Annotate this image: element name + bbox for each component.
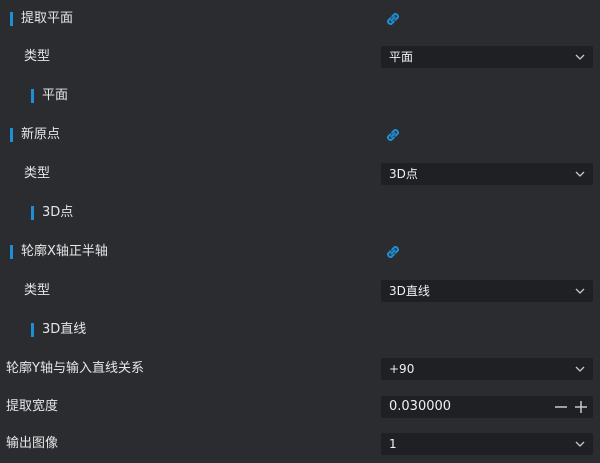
chevron-down-icon [575, 54, 585, 60]
section-title: 新原点 [21, 127, 61, 142]
section-header-contour-x-axis: 轮廓X轴正半轴 [0, 233, 600, 271]
section-header-extract-plane: 提取平面 [0, 0, 600, 38]
type-select[interactable]: 3D点 [381, 163, 593, 185]
chevron-down-icon [575, 171, 585, 177]
type-select-value: 3D点 [389, 167, 418, 181]
section-header-new-origin: 新原点 [0, 116, 600, 154]
section-marker [10, 245, 13, 259]
section-marker [10, 128, 13, 142]
type-row: 类型 平面 [0, 38, 600, 76]
sub-item-3d-point: 3D点 [0, 194, 600, 232]
link-icon[interactable] [383, 125, 403, 145]
width-row: 提取宽度 0.030000 [0, 388, 600, 426]
chevron-down-icon [575, 441, 585, 447]
sub-item-marker [31, 89, 34, 103]
chevron-down-icon [575, 366, 585, 372]
output-image-select[interactable]: 1 [381, 433, 593, 455]
minus-icon[interactable] [553, 399, 569, 415]
relation-select-value: +90 [389, 362, 415, 376]
relation-row: 轮廓Y轴与输入直线关系 +90 [0, 350, 600, 388]
relation-label: 轮廓Y轴与输入直线关系 [6, 361, 144, 376]
type-select[interactable]: 3D直线 [381, 280, 593, 302]
type-row: 类型 3D点 [0, 155, 600, 193]
type-label: 类型 [24, 166, 51, 181]
sub-item-3d-line: 3D直线 [0, 311, 600, 349]
type-select[interactable]: 平面 [381, 46, 593, 68]
sub-item-label: 3D直线 [42, 322, 87, 337]
sub-item-marker [31, 206, 34, 220]
output-image-select-value: 1 [389, 437, 397, 451]
link-icon[interactable] [383, 9, 403, 29]
chevron-down-icon [575, 288, 585, 294]
width-value[interactable]: 0.030000 [389, 396, 451, 418]
width-label: 提取宽度 [6, 399, 59, 414]
type-label: 类型 [24, 49, 51, 64]
type-row: 类型 3D直线 [0, 272, 600, 310]
link-icon[interactable] [383, 242, 403, 262]
sub-item-plane: 平面 [0, 77, 600, 115]
section-marker [10, 12, 13, 26]
output-image-label: 输出图像 [6, 436, 59, 451]
type-select-value: 平面 [389, 50, 414, 64]
output-image-row: 输出图像 1 [0, 425, 600, 463]
section-title: 轮廓X轴正半轴 [21, 244, 108, 259]
relation-select[interactable]: +90 [381, 358, 593, 380]
sub-item-label: 3D点 [42, 205, 74, 220]
type-select-value: 3D直线 [389, 284, 430, 298]
sub-item-marker [31, 323, 34, 337]
sub-item-label: 平面 [42, 88, 69, 103]
width-stepper[interactable]: 0.030000 [381, 396, 593, 418]
plus-icon[interactable] [573, 399, 589, 415]
type-label: 类型 [24, 283, 51, 298]
section-title: 提取平面 [21, 11, 74, 26]
